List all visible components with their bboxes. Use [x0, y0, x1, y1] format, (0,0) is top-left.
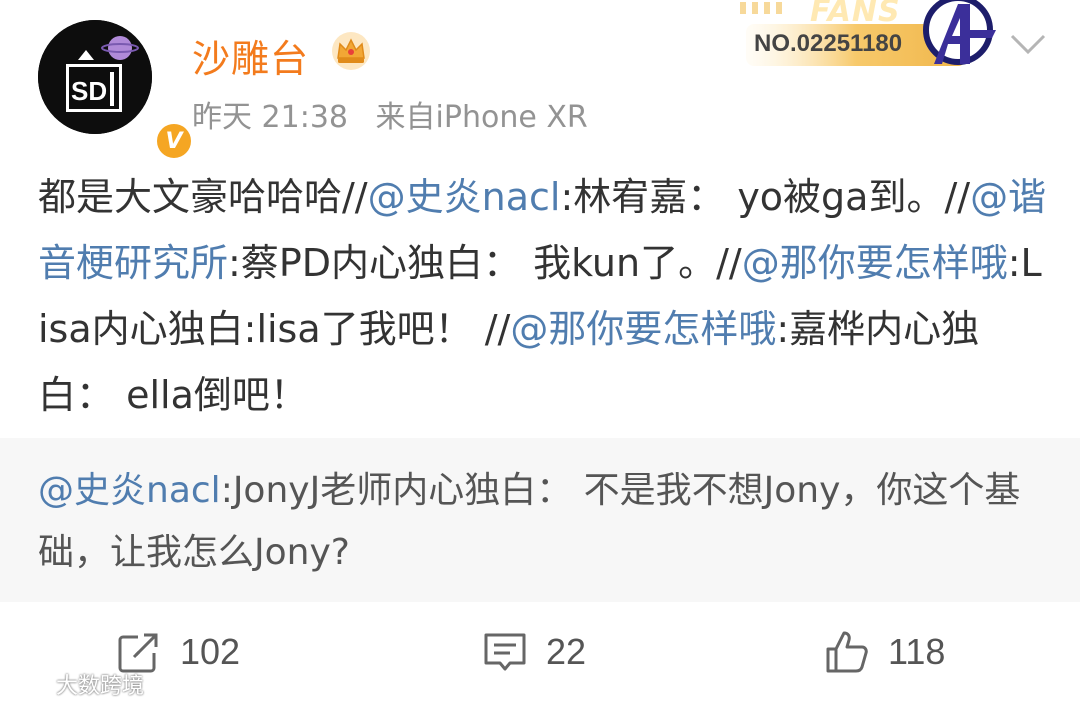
mention-link[interactable]: @那你要怎样哦: [510, 307, 776, 351]
avatar[interactable]: SD V: [38, 20, 195, 162]
avengers-icon: [923, 0, 996, 65]
mention-link[interactable]: @那你要怎样哦: [742, 241, 1008, 285]
fans-number: NO.02251180: [754, 30, 903, 57]
crown-icon: [332, 32, 370, 70]
action-bar: 102 22 118: [0, 602, 1080, 706]
repost-count: 102: [180, 631, 241, 672]
body-text-segment: 都是大文豪哈哈哈//: [38, 175, 368, 219]
mention-link[interactable]: @史炎nacl: [38, 470, 221, 511]
watermark: 大数跨境: [10, 668, 144, 700]
quoted-post[interactable]: @史炎nacl:JonyJ老师内心独白： 不是我不想Jony，你这个基础，让我怎…: [0, 438, 1080, 602]
watermark-logo-icon: [12, 671, 49, 695]
post-source: 来自iPhone XR: [375, 100, 588, 135]
post-time: 昨天 21:38: [192, 100, 348, 135]
post-meta: 昨天 21:38 来自iPhone XR: [192, 92, 606, 136]
comment-count: 22: [546, 631, 587, 672]
watermark-text: 大数跨境: [56, 674, 145, 699]
verified-badge: V: [153, 120, 195, 162]
avatar-text: SD: [71, 76, 107, 106]
fans-label: FANS: [810, 0, 901, 29]
quoted-post-text: @史炎nacl:JonyJ老师内心独白： 不是我不想Jony，你这个基础，让我怎…: [38, 460, 1048, 584]
comment-button[interactable]: 22: [482, 624, 586, 680]
chevron-down-icon[interactable]: [1008, 30, 1048, 58]
body-text-segment: :林宥嘉： yo被ga到。//: [560, 175, 971, 219]
username[interactable]: 沙雕台: [192, 28, 309, 83]
post-body: 都是大文豪哈哈哈//@史炎nacl:林宥嘉： yo被ga到。//@谐音梗研究所:…: [38, 164, 1048, 428]
like-icon: [826, 631, 868, 673]
mention-link[interactable]: @史炎nacl: [368, 175, 561, 219]
body-text-segment: :蔡PD内心独白： 我kun了。//: [228, 241, 742, 285]
avatar-logo-icon: SD: [38, 20, 152, 134]
post-header: SD V 沙雕台 昨天 21:38 来自iPhone XR FANS NO.02…: [0, 0, 1080, 162]
like-count: 118: [888, 631, 946, 672]
like-button[interactable]: 118: [824, 624, 945, 680]
comment-icon: [484, 633, 526, 671]
